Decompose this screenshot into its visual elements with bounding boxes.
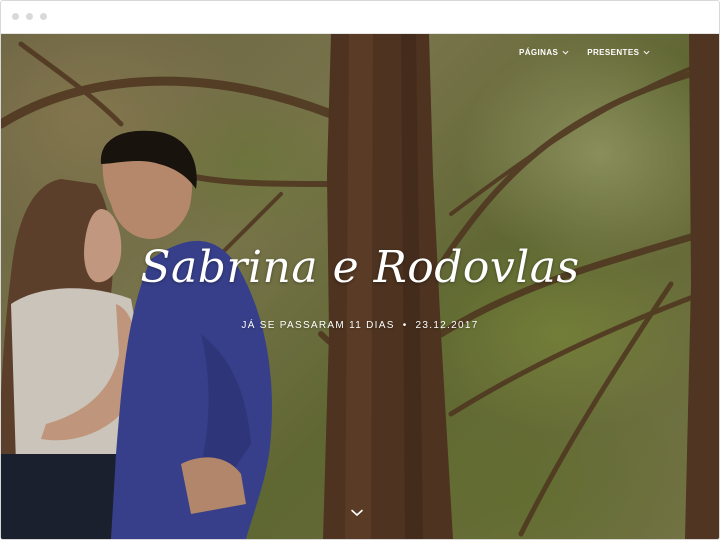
wedding-date: 23.12.2017	[415, 320, 479, 331]
nav-presentes-label: Presentes	[587, 48, 640, 57]
couple-title: Sabrina e Rodovlas	[140, 242, 580, 293]
browser-window: Páginas Presentes Sabrina e Rodovlas Já …	[0, 0, 720, 540]
nav-presentes[interactable]: Presentes	[587, 48, 650, 57]
nav-paginas-label: Páginas	[519, 48, 559, 57]
days-counter: Já se passaram 11 dias	[241, 320, 395, 331]
hero-subtitle: Já se passaram 11 dias • 23.12.2017	[1, 320, 719, 331]
window-dot	[12, 13, 19, 20]
separator-dot: •	[402, 320, 408, 331]
top-nav: Páginas Presentes	[519, 48, 650, 57]
hero-section: Páginas Presentes Sabrina e Rodovlas Já …	[1, 34, 719, 539]
chevron-down-icon	[562, 50, 569, 55]
window-titlebar	[1, 1, 719, 34]
scroll-down-chevron-icon[interactable]	[350, 508, 364, 518]
chevron-down-icon	[643, 50, 650, 55]
nav-paginas[interactable]: Páginas	[519, 48, 569, 57]
window-dot	[40, 13, 47, 20]
window-dot	[26, 13, 33, 20]
